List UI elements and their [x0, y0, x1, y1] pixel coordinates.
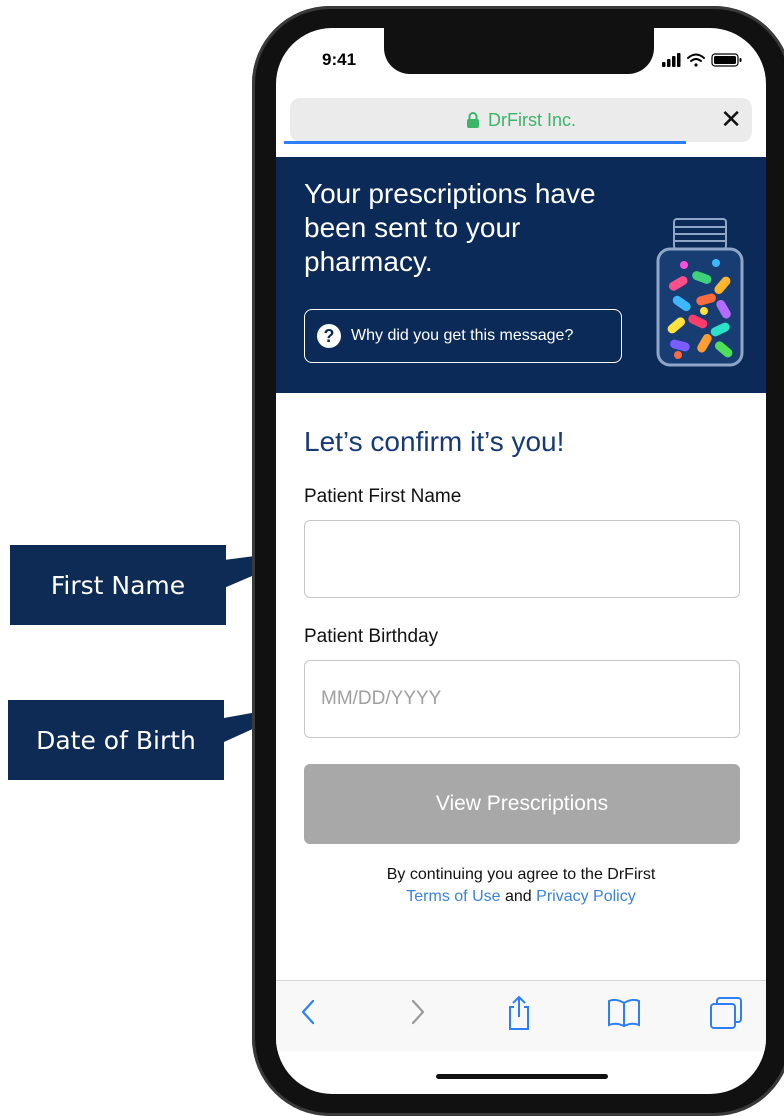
close-icon[interactable]: ✕ — [720, 104, 742, 136]
bookmarks-icon[interactable] — [606, 995, 642, 1029]
signal-icon — [662, 53, 681, 67]
view-prescriptions-button[interactable]: View Prescriptions — [304, 764, 740, 844]
share-icon[interactable] — [504, 995, 534, 1031]
forward-icon[interactable] — [408, 995, 428, 1029]
phone-screen: 9:41 DrFirst Inc. ✕ Your prescriptions h… — [276, 28, 766, 1094]
birthday-input[interactable] — [304, 660, 740, 738]
why-message-button[interactable]: ? Why did you get this message? — [304, 309, 622, 363]
callout-date-of-birth: Date of Birth — [8, 700, 224, 780]
callout-first-name: First Name — [10, 545, 226, 625]
first-name-label: Patient First Name — [304, 486, 462, 507]
browser-toolbar — [276, 980, 766, 1051]
tabs-icon[interactable] — [708, 995, 744, 1031]
first-name-input[interactable] — [304, 520, 740, 598]
birthday-label: Patient Birthday — [304, 626, 439, 647]
lock-icon — [467, 112, 479, 128]
wifi-icon — [687, 53, 705, 67]
why-message-label: Why did you get this message? — [351, 327, 574, 344]
battery-icon — [711, 53, 742, 67]
hero-banner: Your prescriptions have been sent to you… — [276, 157, 766, 393]
status-time: 9:41 — [322, 50, 357, 69]
terms-of-use-link[interactable]: Terms of Use — [406, 888, 500, 905]
back-icon[interactable] — [298, 995, 318, 1029]
url-display[interactable]: DrFirst Inc. — [290, 98, 752, 142]
confirm-heading: Let’s confirm it’s you! — [304, 426, 565, 457]
page-load-progress — [284, 141, 686, 144]
pill-bottle-icon — [656, 218, 744, 367]
hero-title: Your prescriptions have been sent to you… — [304, 178, 596, 277]
legal-links-line: Terms of Use and Privacy Policy — [276, 886, 766, 908]
status-icons — [662, 52, 746, 73]
address-bar[interactable]: DrFirst Inc. ✕ — [290, 98, 752, 142]
notch — [384, 28, 654, 74]
legal-notice: By continuing you agree to the DrFirst T… — [276, 864, 766, 908]
url-text: DrFirst Inc. — [488, 109, 576, 130]
home-indicator — [436, 1074, 608, 1079]
privacy-policy-link[interactable]: Privacy Policy — [536, 888, 636, 905]
legal-prefix: By continuing you agree to the DrFirst — [386, 866, 656, 883]
legal-and: and — [504, 888, 532, 905]
question-icon: ? — [317, 324, 341, 348]
